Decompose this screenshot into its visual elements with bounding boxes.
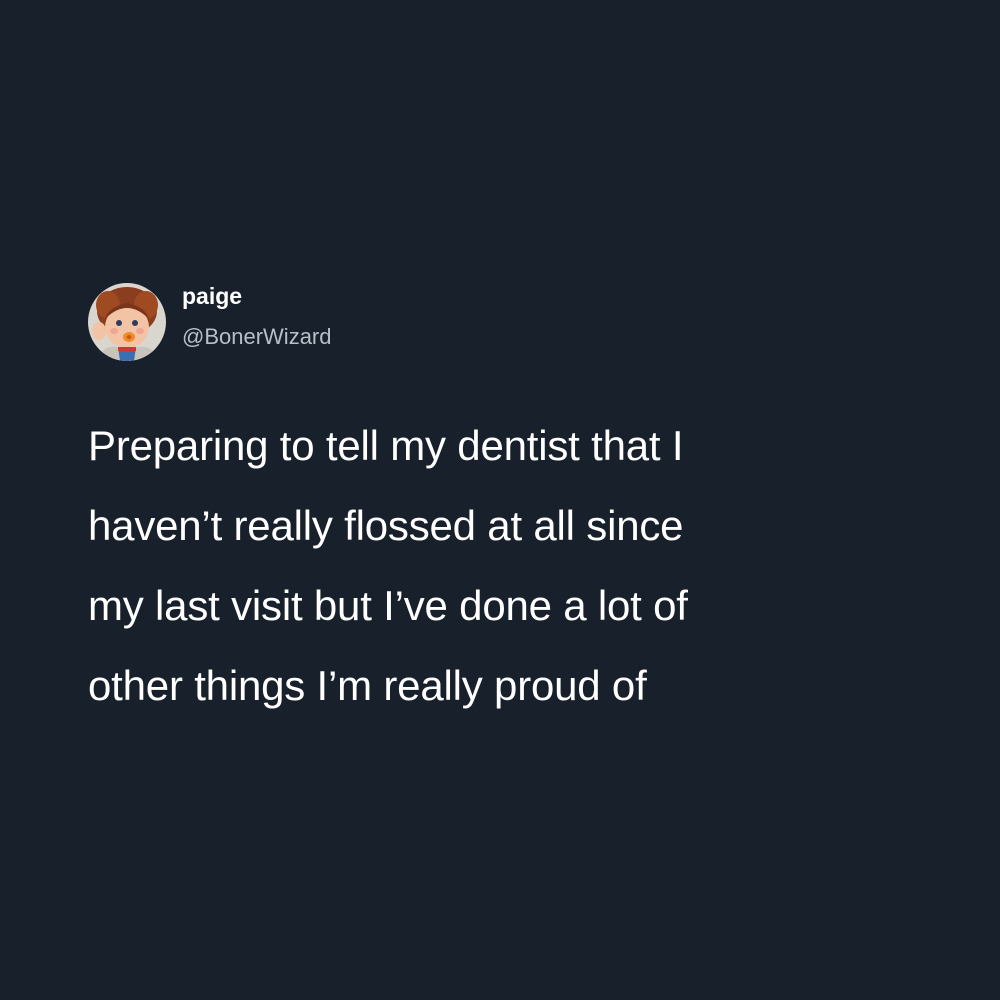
tweet: paige @BonerWizard Preparing to tell my … [88,282,918,726]
author-names: paige @BonerWizard [182,283,332,351]
author-display-name[interactable]: paige [182,281,332,311]
tweet-text-line: my last visit but I’ve done a lot of [88,582,688,629]
tweet-author: paige @BonerWizard [88,282,918,362]
tweet-card: paige @BonerWizard Preparing to tell my … [0,0,1000,1000]
tweet-text: Preparing to tell my dentist that I have… [88,406,918,726]
author-handle[interactable]: @BonerWizard [182,323,332,351]
tweet-text-line: other things I’m really proud of [88,662,647,709]
tweet-text-line: haven’t really flossed at all since [88,502,684,549]
tweet-text-line: Preparing to tell my dentist that I [88,422,684,469]
doll-avatar-icon[interactable] [88,283,166,361]
